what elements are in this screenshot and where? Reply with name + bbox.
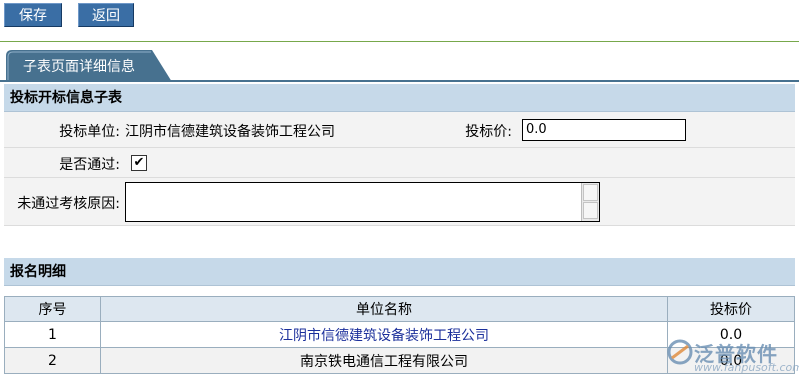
table-header-row: 序号 单位名称 投标价	[4, 296, 795, 322]
cell-no: 1	[4, 321, 101, 348]
tab-label: 子表页面详细信息	[23, 59, 135, 75]
passed-label: 是否通过:	[59, 157, 120, 173]
watermark: 泛普软件 www.fanpusoft.com	[664, 333, 799, 381]
tab-underline	[0, 80, 799, 82]
bid-price-input[interactable]: 0.0	[522, 119, 686, 141]
reason-row: 未通过考核原因:	[4, 178, 795, 226]
watermark-url: www.fanpusoft.com	[694, 361, 799, 374]
reason-label: 未通过考核原因:	[17, 196, 120, 212]
bid-unit-row: 投标单位: 江阴市信德建筑设备装饰工程公司 投标价: 0.0	[4, 112, 795, 148]
section-title-signup-detail: 报名明细	[4, 258, 795, 286]
scroll-up-button[interactable]	[583, 184, 598, 201]
save-button[interactable]: 保存	[4, 3, 62, 27]
bid-unit-value: 江阴市信德建筑设备装饰工程公司	[125, 121, 335, 141]
bid-price-label: 投标价:	[465, 124, 512, 140]
spacer	[4, 226, 795, 258]
passed-checkbox[interactable]: ✔	[131, 155, 147, 171]
tab-bar: 子表页面详细信息	[0, 50, 799, 82]
brand-logo-icon	[667, 339, 693, 365]
bid-info-panel: 投标开标信息子表 投标单位: 江阴市信德建筑设备装饰工程公司 投标价: 0.0 …	[4, 84, 795, 286]
cell-unit: 江阴市信德建筑设备装饰工程公司	[100, 321, 668, 348]
tab-subtable-detail[interactable]: 子表页面详细信息	[6, 50, 172, 82]
section-title-bid-info: 投标开标信息子表	[4, 84, 795, 112]
bid-unit-label: 投标单位:	[59, 124, 120, 140]
toolbar-divider	[0, 41, 799, 42]
column-header-unit: 单位名称	[100, 296, 668, 322]
textarea-scrollbar[interactable]	[581, 183, 599, 221]
column-header-price: 投标价	[667, 296, 795, 322]
passed-row: 是否通过: ✔	[4, 148, 795, 178]
reason-textarea[interactable]	[125, 182, 600, 222]
cell-unit: 南京铁电通信工程有限公司	[100, 347, 668, 374]
column-header-no: 序号	[4, 296, 101, 322]
scroll-down-button[interactable]	[583, 202, 598, 219]
back-button[interactable]: 返回	[78, 3, 134, 27]
cell-no: 2	[4, 347, 101, 374]
unit-link[interactable]: 江阴市信德建筑设备装饰工程公司	[279, 328, 489, 344]
